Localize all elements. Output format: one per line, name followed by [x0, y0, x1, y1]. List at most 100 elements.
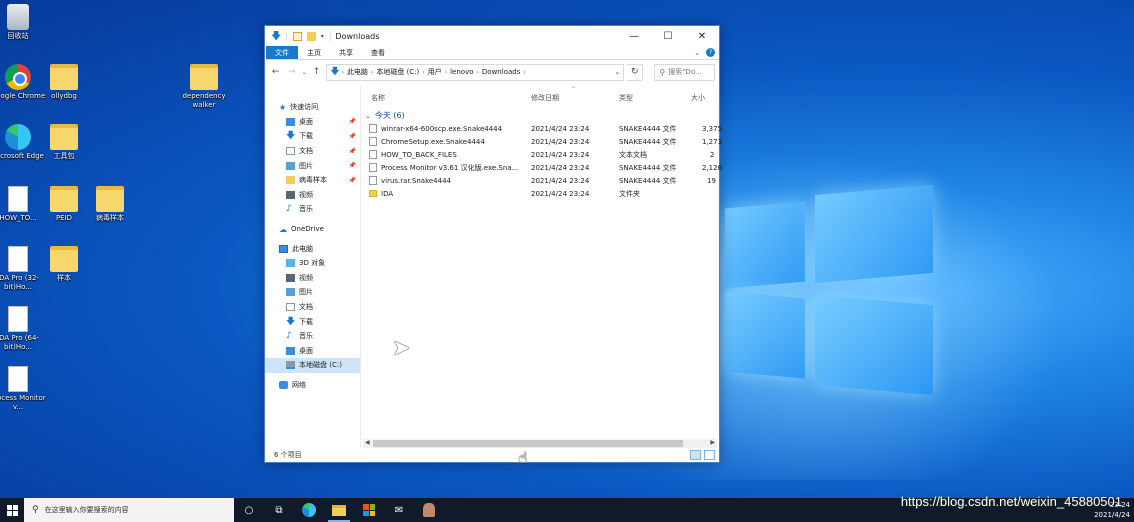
- customize-toolbar-icon[interactable]: ▾: [321, 33, 324, 40]
- recent-locations-icon[interactable]: ⌄: [301, 69, 307, 76]
- desktop-icon-virus-samples[interactable]: 病毒样本: [80, 186, 140, 223]
- item-count: 6 个项目: [274, 451, 302, 459]
- watermark-url: https://blog.csdn.net/weixin_45880501: [900, 494, 1122, 509]
- column-header-size[interactable]: 大小: [691, 93, 705, 103]
- nav-pc-desktop[interactable]: 桌面: [265, 344, 360, 359]
- nav-quick-downloads[interactable]: 🡇 下载 📌: [265, 129, 360, 144]
- tab-home[interactable]: 主页: [298, 46, 330, 59]
- expand-ribbon-icon[interactable]: ⌄: [694, 49, 700, 57]
- nav-quick-desktop[interactable]: 桌面 📌: [265, 115, 360, 130]
- pin-icon[interactable]: 📌: [349, 148, 356, 155]
- start-button[interactable]: [0, 498, 24, 522]
- folder-icon: [50, 246, 78, 272]
- up-arrow-icon[interactable]: ↑: [310, 67, 323, 77]
- file-explorer-taskbar-icon[interactable]: [324, 498, 354, 522]
- breadcrumb-lenovo[interactable]: lenovo: [450, 68, 473, 76]
- desktop-icon-tools[interactable]: 工具包: [34, 124, 94, 161]
- table-row[interactable]: HOW_TO_BACK_FILES 2021/4/24 23:24 文本文档 2: [369, 148, 719, 161]
- address-history-chevron-icon[interactable]: ⌄: [614, 68, 620, 76]
- tab-share[interactable]: 共享: [330, 46, 362, 59]
- cortana-icon[interactable]: ○: [234, 498, 264, 522]
- tab-file[interactable]: 文件: [266, 46, 298, 59]
- folder-icon[interactable]: [306, 31, 316, 41]
- file-name: HOW_TO_BACK_FILES: [381, 150, 457, 159]
- breadcrumb-separator[interactable]: ›: [445, 69, 447, 76]
- search-input[interactable]: ⚲ 搜索"Do...: [654, 63, 716, 81]
- large-icons-view-icon[interactable]: [704, 450, 715, 460]
- address-bar[interactable]: 🡇 › 此电脑 › 本地磁盘 (C:) › 用户 › lenovo › Down…: [326, 63, 625, 81]
- close-button[interactable]: ✕: [685, 26, 719, 46]
- scrollbar-thumb[interactable]: [373, 440, 683, 447]
- nav-quick-music[interactable]: ♪ 音乐: [265, 202, 360, 217]
- nav-pc-pictures[interactable]: 图片: [265, 285, 360, 300]
- breadcrumb-separator[interactable]: ›: [422, 69, 424, 76]
- tab-view[interactable]: 查看: [362, 46, 394, 59]
- task-view-icon[interactable]: ⧉: [264, 498, 294, 522]
- nav-pc-3d-objects[interactable]: 3D 对象: [265, 256, 360, 271]
- breadcrumb-separator[interactable]: ›: [371, 69, 373, 76]
- column-header-type[interactable]: 类型: [619, 93, 633, 103]
- divider: |: [285, 31, 288, 41]
- nav-pc-documents[interactable]: 文档: [265, 300, 360, 315]
- mail-taskbar-icon[interactable]: ✉: [384, 498, 414, 522]
- table-row[interactable]: ChromeSetup.exe.Snake4444 2021/4/24 23:2…: [369, 135, 722, 148]
- folder-icon: [286, 176, 295, 185]
- nav-quick-videos[interactable]: 视频: [265, 188, 360, 203]
- desktop-icon-dependency-walker[interactable]: dependency walker: [174, 64, 234, 110]
- scroll-left-icon[interactable]: ◀: [365, 439, 370, 446]
- table-row[interactable]: Process Monitor v3.61 汉化版.exe.Sna... 202…: [369, 161, 722, 174]
- breadcrumb-downloads[interactable]: Downloads: [482, 68, 520, 76]
- minimize-button[interactable]: —: [617, 26, 651, 46]
- nav-this-pc[interactable]: 此电脑: [265, 241, 360, 256]
- nav-label: 桌面: [299, 117, 313, 126]
- help-icon[interactable]: ?: [706, 48, 715, 57]
- desktop-icon-process-monitor[interactable]: Process Monitor v...: [0, 366, 48, 412]
- breadcrumb-users[interactable]: 用户: [428, 67, 442, 77]
- pin-icon[interactable]: 📌: [349, 177, 356, 184]
- pin-icon[interactable]: 📌: [349, 118, 356, 125]
- nav-pc-downloads[interactable]: 🡇 下载: [265, 314, 360, 329]
- store-taskbar-icon[interactable]: [354, 498, 384, 522]
- forward-arrow-icon[interactable]: →: [285, 67, 298, 77]
- nav-pc-local-disk[interactable]: 本地磁盘 (C:): [265, 358, 360, 373]
- breadcrumb-local-disk[interactable]: 本地磁盘 (C:): [376, 67, 419, 77]
- properties-icon[interactable]: [292, 31, 302, 41]
- nav-quick-documents[interactable]: 文档 📌: [265, 144, 360, 159]
- desktop-icon-ollydbg[interactable]: ollydbg: [34, 64, 94, 101]
- scroll-right-icon[interactable]: ▶: [710, 439, 715, 446]
- desktop-icon-ida-64[interactable]: IDA Pro (64-bit)Ho...: [0, 306, 48, 352]
- details-view-icon[interactable]: [690, 450, 701, 460]
- refresh-button[interactable]: ↻: [627, 63, 644, 81]
- app-taskbar-icon[interactable]: [414, 498, 444, 522]
- desktop-icon-recycle-bin[interactable]: 回收站: [0, 4, 48, 41]
- edge-taskbar-icon[interactable]: [294, 498, 324, 522]
- title-bar[interactable]: 🡇 | ▾ | Downloads — ☐ ✕: [265, 26, 719, 46]
- nav-onedrive[interactable]: ☁ OneDrive: [265, 222, 360, 237]
- recycle-bin-icon: [7, 4, 29, 30]
- nav-quick-pictures[interactable]: 图片 📌: [265, 158, 360, 173]
- breadcrumb-separator[interactable]: ›: [523, 69, 525, 76]
- column-header-name[interactable]: 名称: [371, 93, 385, 103]
- nav-quick-virus-samples[interactable]: 病毒样本 📌: [265, 173, 360, 188]
- breadcrumb-separator[interactable]: ›: [477, 69, 479, 76]
- nav-pc-videos[interactable]: 视频: [265, 271, 360, 286]
- file-modified: 2021/4/24 23:24: [531, 137, 590, 146]
- nav-pc-music[interactable]: ♪ 音乐: [265, 329, 360, 344]
- table-row[interactable]: IDA 2021/4/24 23:24 文件夹: [369, 187, 719, 200]
- breadcrumb-this-pc[interactable]: 此电脑: [347, 67, 368, 77]
- horizontal-scrollbar[interactable]: ◀ ▶: [363, 439, 717, 448]
- nav-label: 此电脑: [292, 244, 313, 253]
- nav-network[interactable]: 网络: [265, 378, 360, 393]
- table-row[interactable]: winrar-x64-600scp.exe.Snake4444 2021/4/2…: [369, 122, 722, 135]
- maximize-button[interactable]: ☐: [651, 26, 685, 46]
- back-arrow-icon[interactable]: ←: [269, 67, 282, 77]
- nav-quick-access[interactable]: ★ 快速访问: [265, 100, 360, 115]
- group-header-today[interactable]: ⌄ 今天 (6): [365, 110, 405, 121]
- desktop-icon-samples[interactable]: 样本: [34, 246, 94, 283]
- wallpaper-logo-pane: [725, 291, 805, 379]
- column-header-modified[interactable]: 修改日期: [531, 93, 559, 103]
- pin-icon[interactable]: 📌: [349, 133, 356, 140]
- table-row[interactable]: virus.rar.Snake4444 2021/4/24 23:24 SNAK…: [369, 174, 719, 187]
- taskbar-search-input[interactable]: ⚲ 在这里输入你要搜索的内容: [24, 498, 234, 522]
- pin-icon[interactable]: 📌: [349, 162, 356, 169]
